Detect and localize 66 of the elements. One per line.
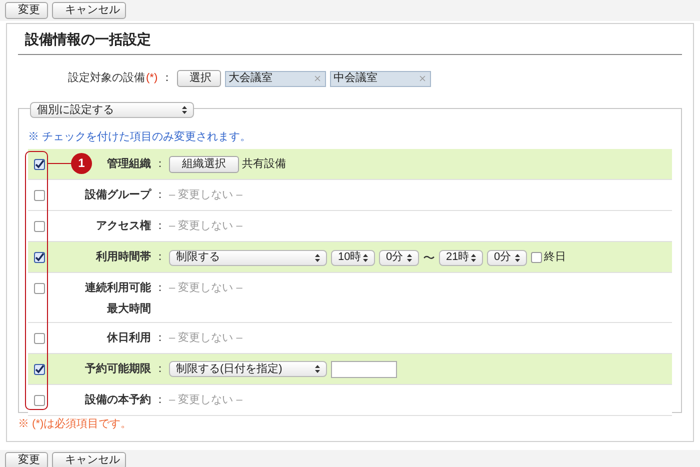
dropdown[interactable]: 制限する(日付を指定) — [169, 361, 327, 377]
updown-arrow-icon — [315, 365, 320, 373]
row-label: アクセス権 — [96, 218, 151, 234]
colon: ： — [154, 362, 166, 377]
row-label: 設備グループ — [85, 188, 151, 203]
colon: ： — [162, 71, 173, 86]
range-separator: 〜 — [423, 250, 435, 266]
updown-arrow-icon — [315, 254, 320, 262]
colon: ： — [154, 330, 166, 346]
leader-line — [48, 162, 72, 164]
updown-arrow-icon — [515, 254, 520, 262]
field-label: 設定対象の設備 — [68, 70, 145, 86]
selected-item-chip: 大会議室 — [224, 70, 326, 86]
checkbox[interactable] — [34, 190, 44, 200]
colon: ： — [154, 188, 166, 203]
org-value: 共有設備 — [242, 156, 286, 172]
unchanged-text: – 変更しない – — [169, 280, 242, 296]
all-day-label: 終日 — [544, 250, 566, 266]
row-label: 休日利用 — [107, 330, 151, 346]
org-select-button[interactable]: 組織選択 — [169, 156, 239, 172]
dropdown[interactable]: 10時 — [331, 250, 375, 266]
checkbox[interactable] — [34, 364, 44, 374]
updown-arrow-icon — [363, 254, 368, 262]
required-note: ※ (*)は必須項目です。 — [18, 416, 133, 432]
row-label: 利用時間帯 — [96, 250, 151, 265]
remove-icon[interactable] — [418, 74, 427, 83]
checkbox[interactable] — [34, 220, 44, 232]
dropdown[interactable]: 21時 — [439, 250, 483, 266]
row-label: 管理組織 — [107, 156, 151, 172]
page-title: 設備情報の一括設定 — [18, 29, 682, 55]
change-button[interactable]: 変更 — [5, 452, 48, 467]
colon: ： — [154, 218, 166, 234]
checkbox[interactable] — [34, 282, 44, 294]
row-label: 設備の本予約 — [85, 392, 151, 408]
dropdown[interactable]: 制限する — [169, 250, 327, 266]
dropdown[interactable]: 0分 — [379, 250, 419, 266]
updown-arrow-icon — [182, 106, 187, 114]
colon: ： — [154, 156, 166, 172]
selected-item-chip: 中会議室 — [330, 70, 431, 86]
notice-text: ※ チェックを付けた項目のみ変更されます。 — [28, 130, 252, 145]
unchanged-text: – 変更しない – — [169, 218, 242, 234]
remove-icon[interactable] — [312, 74, 322, 83]
dropdown[interactable]: 0分 — [487, 250, 527, 266]
cancel-button[interactable]: キャンセル — [52, 2, 126, 19]
checkbox[interactable] — [34, 252, 44, 262]
row-label: 最大時間 — [107, 302, 151, 317]
colon: ： — [154, 250, 166, 265]
updown-arrow-icon — [407, 254, 412, 262]
cancel-button[interactable]: キャンセル — [52, 452, 126, 467]
unchanged-text: – 変更しない – — [169, 392, 242, 408]
select-button[interactable]: 選択 — [176, 70, 221, 87]
change-button[interactable]: 変更 — [5, 2, 48, 19]
dropdown[interactable]: 個別に設定する — [30, 102, 194, 118]
row-label: 予約可能期限 — [85, 362, 151, 377]
row-label: 連続利用可能 — [85, 280, 151, 296]
date-input[interactable] — [331, 360, 397, 378]
colon: ： — [154, 392, 166, 408]
required-mark: (*) — [146, 71, 158, 86]
colon: ： — [154, 280, 166, 296]
checkbox[interactable] — [531, 252, 542, 263]
updown-arrow-icon — [471, 254, 476, 262]
unchanged-text: – 変更しない – — [169, 188, 242, 203]
checkbox[interactable] — [34, 332, 44, 344]
checkbox[interactable] — [34, 394, 44, 406]
checkbox[interactable] — [34, 158, 44, 170]
unchanged-text: – 変更しない – — [169, 330, 242, 346]
